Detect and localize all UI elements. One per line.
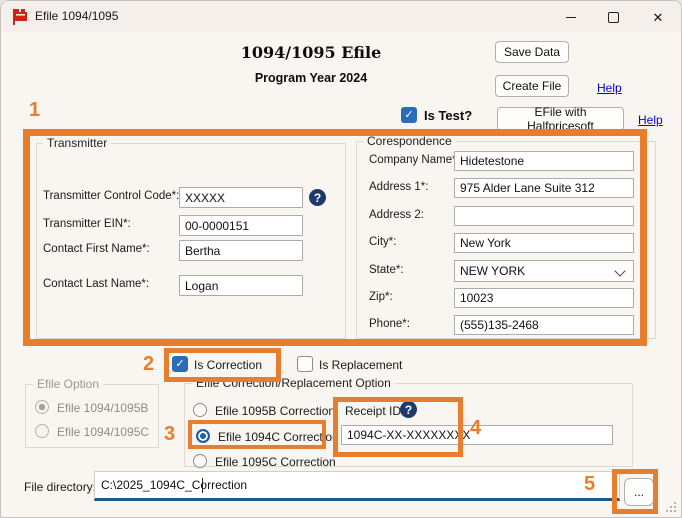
maximize-icon — [608, 12, 619, 23]
is-replacement-checkbox[interactable] — [297, 356, 313, 372]
zip-label: Zip*: — [369, 291, 393, 303]
efile-1095b-correction-label: Efile 1095B Correction — [215, 404, 335, 418]
app-window: Efile 1094/1095 ✕ 1094/1095 Efile Progra… — [0, 0, 682, 518]
efile-1094c-correction-label: Efile 1094C Correction — [218, 430, 339, 444]
state-select-value: NEW YORK — [460, 264, 525, 278]
tcc-input[interactable] — [179, 187, 303, 208]
chevron-down-icon — [614, 265, 625, 276]
first-name-label: Contact First Name*: — [43, 243, 150, 255]
close-icon: ✕ — [653, 11, 664, 24]
address2-input[interactable] — [454, 206, 634, 226]
efile-1095b-correction-radio[interactable] — [193, 403, 207, 417]
address1-input[interactable] — [454, 178, 634, 198]
zip-input[interactable] — [454, 288, 634, 308]
text-cursor — [202, 478, 203, 493]
annotation-2: 2 — [143, 353, 154, 376]
save-data-button[interactable]: Save Data — [495, 41, 569, 63]
annotation-4: 4 — [470, 417, 481, 440]
close-button[interactable]: ✕ — [640, 5, 676, 29]
efile-1094-1095c-radio — [35, 424, 49, 438]
annotation-5: 5 — [584, 473, 595, 496]
is-correction-checkbox[interactable]: ✓ — [172, 356, 188, 372]
browse-button[interactable]: ... — [624, 478, 654, 506]
efile-1094c-correction-radio[interactable] — [196, 429, 210, 443]
ein-input[interactable] — [179, 215, 303, 236]
phone-label: Phone*: — [369, 318, 410, 330]
page-subtitle: Program Year 2024 — [151, 71, 471, 85]
company-input[interactable] — [454, 151, 634, 171]
address2-label: Address 2: — [369, 209, 424, 221]
tcc-help-icon[interactable]: ? — [309, 189, 326, 206]
phone-input[interactable] — [454, 315, 634, 335]
page-title: 1094/1095 Efile — [151, 43, 471, 62]
is-test-label: Is Test? — [424, 108, 472, 123]
efile-1095c-correction-label: Efile 1095C Correction — [215, 455, 336, 469]
correction-option-legend: Efile Correction/Replacement Option — [192, 376, 395, 390]
first-name-input[interactable] — [179, 240, 303, 261]
is-correction-label: Is Correction — [194, 358, 262, 372]
last-name-label: Contact Last Name*: — [43, 278, 149, 290]
efile-1094-1095b-label: Efile 1094/1095B — [57, 401, 148, 415]
efile-halfpricesoft-button[interactable]: EFile with Halfpricesoft — [497, 107, 624, 131]
ein-label: Transmitter EIN*: — [43, 218, 131, 230]
correspondence-legend: Corespondence — [363, 134, 456, 148]
minimize-icon — [566, 17, 576, 18]
receipt-help-icon[interactable]: ? — [400, 401, 417, 418]
tcc-label: Transmitter Control Code*: — [43, 190, 179, 202]
maximize-button[interactable] — [595, 5, 631, 29]
efile-1094-1095b-radio — [35, 400, 49, 414]
efile-option-legend: Efile Option — [33, 377, 103, 391]
window-title: Efile 1094/1095 — [35, 9, 118, 23]
is-replacement-label: Is Replacement — [319, 358, 402, 372]
resize-grip[interactable] — [674, 510, 676, 512]
title-bar: Efile 1094/1095 ✕ — [1, 1, 681, 32]
create-file-button[interactable]: Create File — [495, 75, 569, 97]
check-icon: ✓ — [175, 359, 184, 370]
annotation-1: 1 — [29, 99, 40, 122]
app-icon — [11, 8, 29, 26]
last-name-input[interactable] — [179, 275, 303, 296]
company-label: Company Name*: — [369, 154, 460, 166]
city-label: City*: — [369, 236, 396, 248]
efile-1095c-correction-radio[interactable] — [193, 454, 207, 468]
receipt-id-label: Receipt ID — [345, 404, 401, 418]
file-directory-input[interactable]: C:\2025_1094C_Correction — [94, 471, 620, 501]
help-link-bottom[interactable]: Help — [638, 113, 663, 127]
state-select[interactable]: NEW YORK — [454, 260, 634, 282]
city-input[interactable] — [454, 233, 634, 253]
check-icon: ✓ — [404, 110, 413, 121]
file-directory-value: C:\2025_1094C_Correction — [101, 478, 247, 492]
annotation-3: 3 — [164, 423, 175, 446]
is-test-checkbox[interactable]: ✓ — [401, 107, 417, 123]
file-directory-label: File directory: — [24, 480, 96, 494]
efile-1094-1095c-label: Efile 1094/1095C — [57, 425, 149, 439]
minimize-button[interactable] — [553, 5, 589, 29]
help-link-top[interactable]: Help — [597, 81, 622, 95]
address1-label: Address 1*: — [369, 181, 428, 193]
state-label: State*: — [369, 264, 404, 276]
transmitter-legend: Transmitter — [43, 136, 111, 150]
